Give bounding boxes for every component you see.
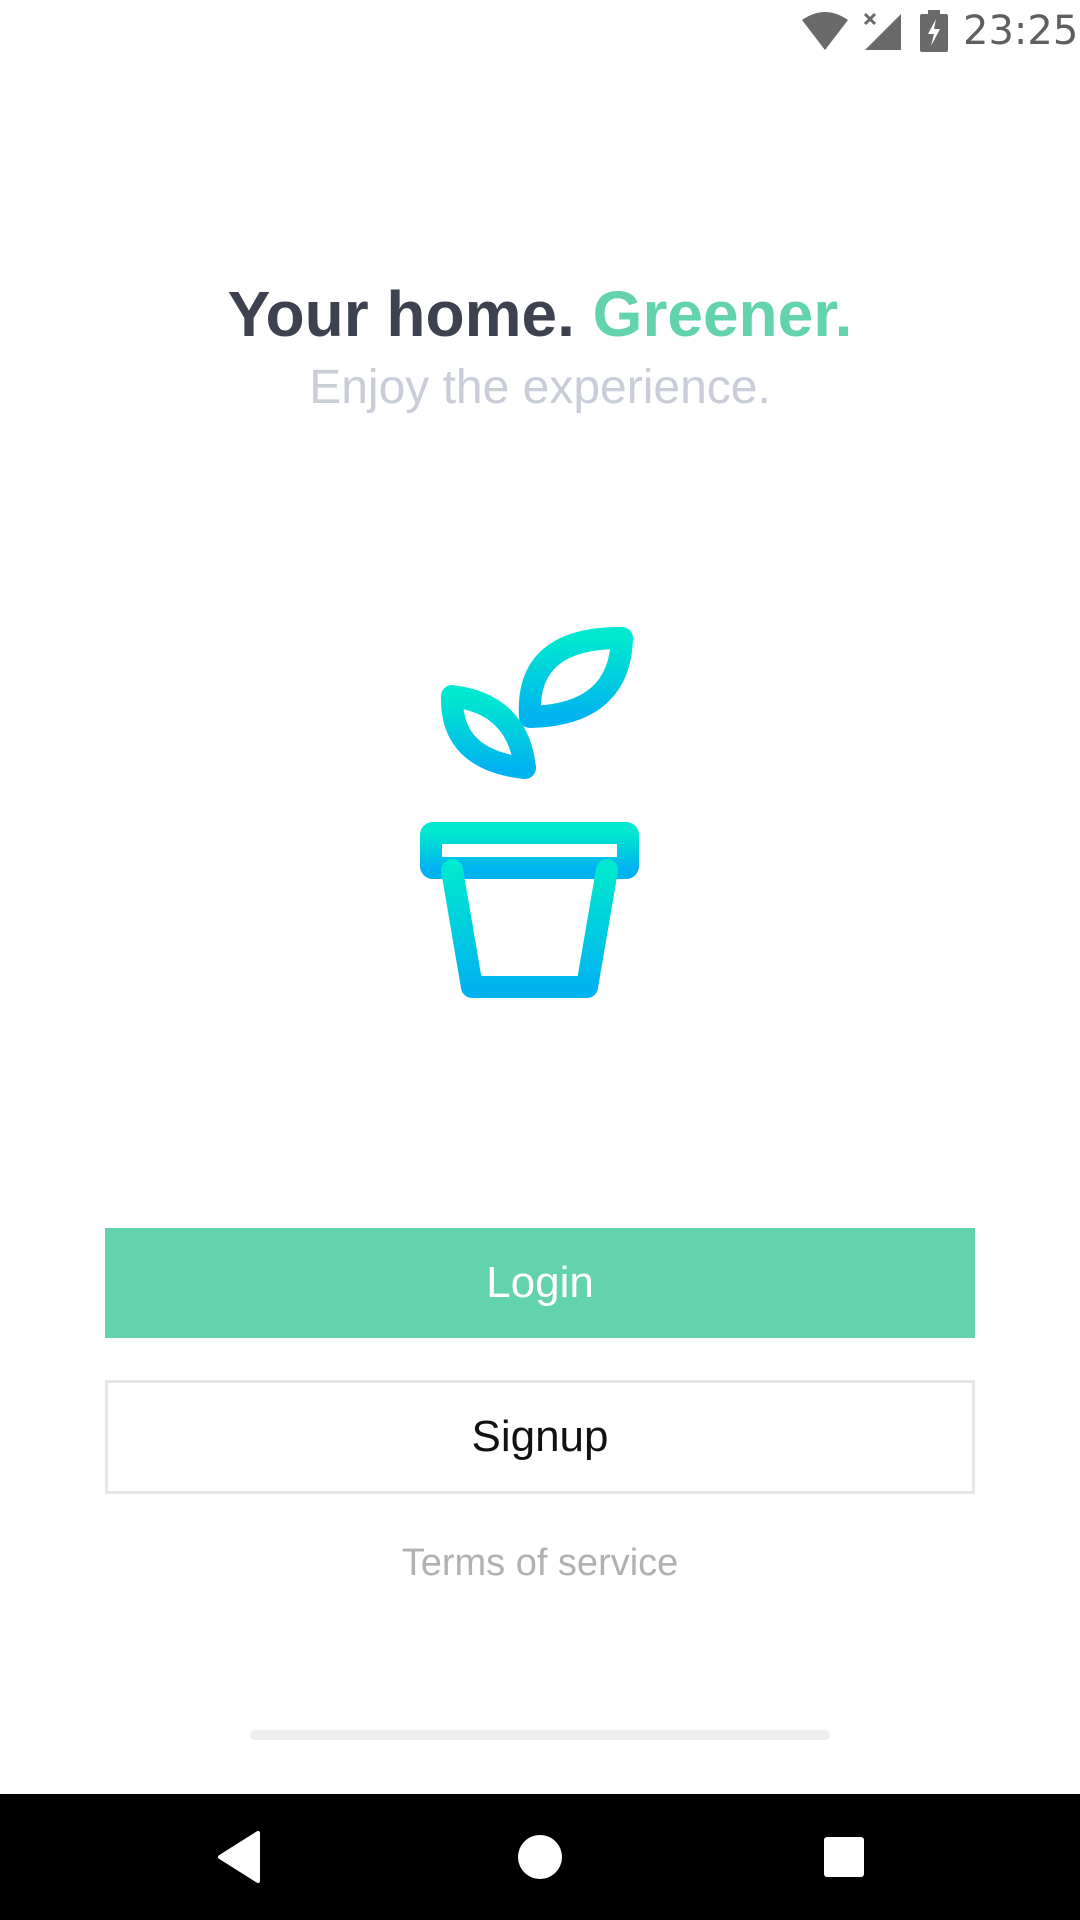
recents-icon[interactable]: [814, 1827, 874, 1887]
status-bar: 23:25: [0, 0, 1080, 63]
login-button[interactable]: Login: [105, 1228, 975, 1338]
signup-button[interactable]: Signup: [105, 1380, 975, 1494]
headline-accent: Greener.: [592, 278, 853, 350]
welcome-screen: 23:25 Your home. Greener. Enjoy the expe…: [0, 0, 1080, 1920]
signup-button-label: Signup: [471, 1412, 609, 1461]
battery-charging-icon: [918, 10, 950, 52]
home-icon[interactable]: [510, 1827, 570, 1887]
subtitle: Enjoy the experience.: [309, 361, 771, 414]
terms-of-service-link[interactable]: Terms of service: [0, 1538, 1080, 1588]
login-button-label: Login: [486, 1258, 594, 1307]
headline-main: Your home.: [227, 278, 575, 350]
wifi-icon: [800, 10, 850, 52]
status-time: 23:25: [963, 8, 1079, 54]
cellular-no-signal-icon: [861, 10, 911, 52]
headline: Your home. Greener.: [0, 278, 1080, 350]
back-icon[interactable]: [208, 1827, 268, 1887]
navigation-bar: [0, 1794, 1080, 1920]
scroll-indicator: [250, 1730, 830, 1740]
potted-plant-icon: [420, 620, 660, 1010]
